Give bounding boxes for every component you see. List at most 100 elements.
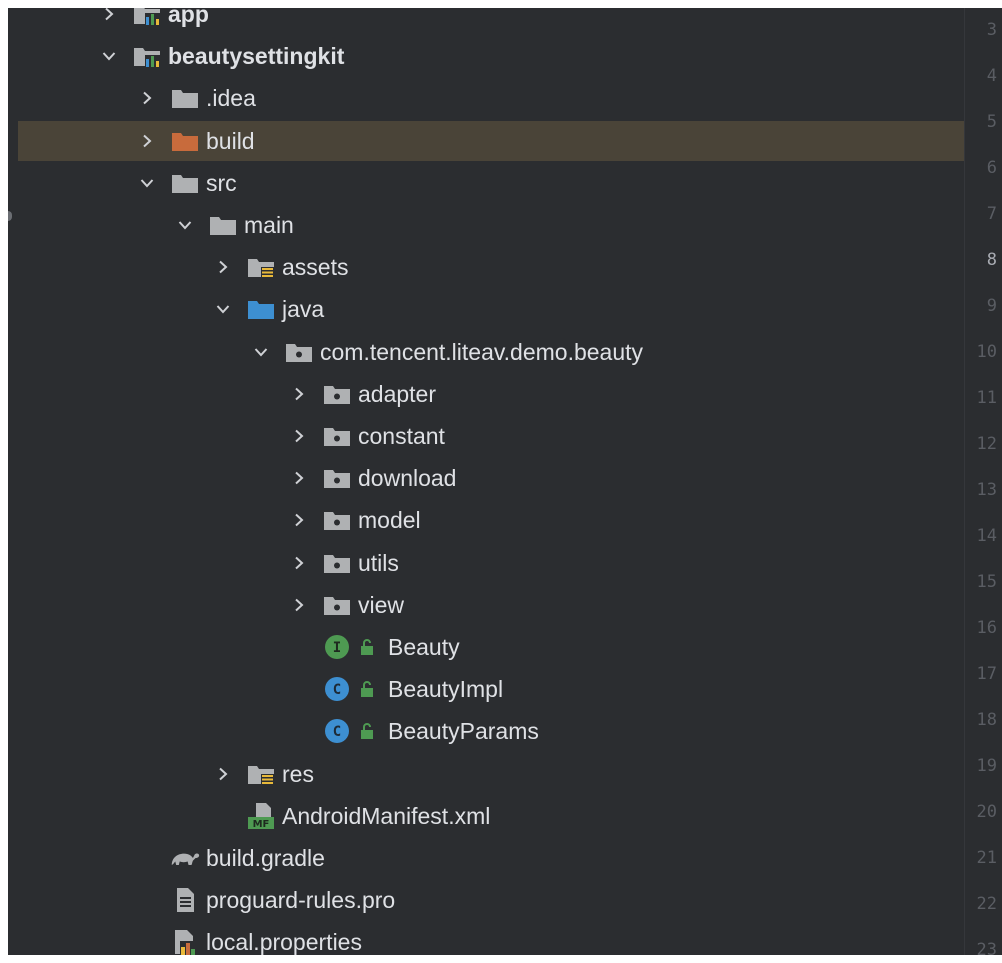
line-number: 16 — [976, 618, 997, 638]
resource-folder-icon — [246, 761, 276, 787]
line-number: 11 — [976, 388, 997, 408]
tree-item-label: beautysettingkit — [168, 43, 345, 70]
tree-item-label: BeautyImpl — [388, 676, 504, 703]
properties-icon — [170, 929, 200, 955]
svg-text:C: C — [333, 724, 341, 740]
tree-item-adapter[interactable]: adapter — [18, 374, 964, 414]
tree-item-label: java — [282, 296, 325, 323]
text-file-icon — [170, 887, 200, 913]
chevron-down-icon[interactable] — [248, 332, 274, 372]
line-number-gutter: 3 4 5 6 7 8 9 10 11 12 13 14 15 16 17 18 19 20 21 22 23 — [964, 8, 1002, 955]
chevron-right-icon[interactable] — [286, 585, 312, 625]
chevron-down-icon[interactable] — [96, 36, 122, 76]
excluded-folder-icon — [170, 128, 200, 154]
tree-item-java[interactable]: java — [18, 289, 964, 329]
project-panel: app beautysettingkit .idea build src main asse… — [8, 8, 1002, 955]
tree-item-label: Beauty — [388, 634, 460, 660]
chevron-right-icon[interactable] — [210, 754, 236, 794]
package-icon — [322, 507, 352, 533]
tree-item-local-properties[interactable]: local.properties — [18, 922, 964, 955]
line-number: 5 — [986, 112, 997, 132]
chevron-right-icon[interactable] — [210, 247, 236, 287]
resource-folder-icon — [246, 254, 276, 280]
gradle-icon — [170, 845, 200, 871]
tree-item-beautyparams[interactable]: C BeautyParams — [18, 711, 964, 751]
line-number: 19 — [976, 756, 997, 776]
tree-item-idea[interactable]: .idea — [18, 78, 964, 118]
tree-item-beautyimpl[interactable]: C BeautyImpl — [18, 669, 964, 709]
chevron-right-icon[interactable] — [286, 374, 312, 414]
lock-icon — [358, 720, 376, 742]
tree-item-com-tencent-liteav-demo-beauty[interactable]: com.tencent.liteav.demo.beauty — [18, 332, 964, 372]
chevron-down-icon[interactable] — [210, 289, 236, 329]
tree-item-view[interactable]: view — [18, 585, 964, 625]
tree-item-label: assets — [282, 254, 349, 281]
tree-item-androidmanifest-xml[interactable]: MF AndroidManifest.xml — [18, 796, 964, 836]
chevron-right-icon[interactable] — [286, 458, 312, 498]
folder-icon — [170, 85, 200, 111]
tree-item-main[interactable]: main — [18, 205, 964, 245]
tree-item-build-gradle[interactable]: build.gradle — [18, 838, 964, 878]
lock-icon — [358, 636, 376, 658]
class-icon: C — [322, 718, 352, 744]
line-number: 22 — [976, 894, 997, 914]
tree-item-label: com.tencent.liteav.demo.beauty — [320, 338, 644, 365]
line-number: 6 — [986, 158, 997, 178]
tree-item-assets[interactable]: assets — [18, 247, 964, 287]
line-number: 21 — [976, 848, 997, 868]
tree-item-build[interactable]: build — [18, 120, 964, 161]
module-folder-icon — [132, 8, 162, 27]
chevron-down-icon[interactable] — [134, 163, 160, 203]
tree-item-app[interactable]: app — [18, 8, 964, 34]
source-folder-icon — [246, 296, 276, 322]
tree-item-utils[interactable]: utils — [18, 543, 964, 583]
chevron-right-icon[interactable] — [96, 8, 122, 34]
tree-item-beauty[interactable]: I Beauty — [18, 627, 964, 667]
line-number: 15 — [976, 572, 997, 592]
line-number: 12 — [976, 434, 997, 454]
interface-icon: I — [322, 634, 352, 660]
tree-item-label: res — [282, 760, 314, 787]
chevron-right-icon[interactable] — [286, 416, 312, 456]
tree-item-download[interactable]: download — [18, 458, 964, 498]
line-number: 9 — [986, 296, 997, 316]
tree-item-label: proguard-rules.pro — [206, 887, 396, 914]
line-number: 20 — [976, 802, 997, 822]
tree-item-beautysettingkit[interactable]: beautysettingkit — [18, 36, 964, 76]
tree-item-label: src — [206, 169, 237, 196]
lock-icon — [358, 678, 376, 700]
chevron-right-icon[interactable] — [134, 78, 160, 118]
line-number: 23 — [976, 940, 997, 955]
line-number: 17 — [976, 664, 997, 684]
svg-text:MF: MF — [253, 819, 270, 830]
chevron-right-icon[interactable] — [286, 543, 312, 583]
tree-item-label: BeautyParams — [388, 718, 539, 745]
tree-item-proguard-rules-pro[interactable]: proguard-rules.pro — [18, 880, 964, 920]
manifest-icon: MF — [246, 802, 276, 830]
tree-item-label: download — [358, 465, 457, 492]
svg-text:I: I — [333, 640, 341, 656]
tree-item-constant[interactable]: constant — [18, 416, 964, 456]
package-icon — [322, 465, 352, 491]
tree-item-src[interactable]: src — [18, 163, 964, 203]
tree-item-label: adapter — [358, 380, 437, 407]
package-icon — [322, 423, 352, 449]
tree-item-label: AndroidManifest.xml — [282, 802, 491, 829]
line-number: 18 — [976, 710, 997, 730]
line-number: 7 — [986, 204, 997, 224]
tree-item-label: utils — [358, 549, 399, 576]
line-number: 4 — [986, 66, 997, 86]
tree-item-model[interactable]: model — [18, 500, 964, 540]
tree-item-label: build.gradle — [206, 845, 325, 871]
tree-item-label: .idea — [206, 85, 256, 112]
package-icon — [284, 339, 314, 365]
chevron-right-icon[interactable] — [134, 121, 160, 161]
tree-item-res[interactable]: res — [18, 754, 964, 794]
svg-text:C: C — [333, 682, 341, 698]
tree-item-label: model — [358, 507, 421, 534]
chevron-down-icon[interactable] — [172, 205, 198, 245]
line-number: 14 — [976, 526, 997, 546]
package-icon — [322, 592, 352, 618]
chevron-right-icon[interactable] — [286, 500, 312, 540]
tree-item-label: view — [358, 591, 405, 618]
